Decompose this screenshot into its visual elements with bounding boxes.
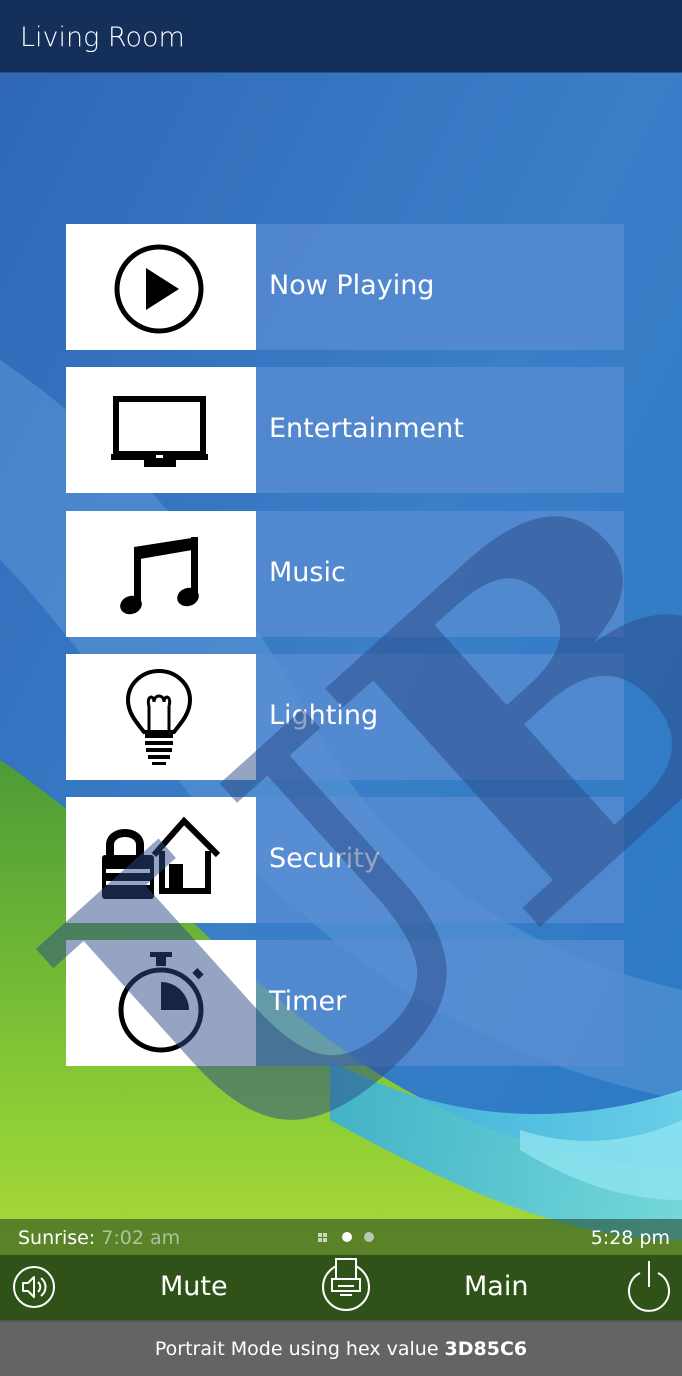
menu-item-label-box: Lighting (256, 654, 624, 780)
menu-icon[interactable] (320, 1257, 372, 1313)
menu-item-label-box: Entertainment (256, 367, 624, 493)
footer-caption-bar: Portrait Mode using hex value 3D85C6 (0, 1320, 682, 1376)
menu-item-icon-box (66, 654, 256, 780)
page-dot[interactable] (364, 1232, 374, 1242)
light-bulb-icon (125, 668, 193, 765)
tv-icon (111, 396, 208, 467)
screen: Living Room Now Playing Entertainment Mu… (0, 0, 682, 1376)
menu-item-security[interactable]: Security (66, 797, 624, 923)
menu-item-label: Music (269, 557, 346, 588)
menu-item-icon-box (66, 224, 256, 350)
menu-item-icon-box (66, 367, 256, 493)
power-icon[interactable] (624, 1259, 674, 1313)
menu-item-label: Timer (269, 986, 347, 1017)
menu-item-music[interactable]: Music (66, 511, 624, 637)
menu-item-icon-box (66, 511, 256, 637)
caption-text: Portrait Mode using hex value (154, 1338, 439, 1360)
footer-caption: Portrait Mode using hex value 3D85C6 (0, 1338, 682, 1360)
menu-item-label-box: Security (256, 797, 624, 923)
mute-button[interactable]: Mute (160, 1271, 228, 1302)
sunrise-info: Sunrise: 7:02 am (18, 1227, 180, 1249)
main-button[interactable]: Main (464, 1271, 528, 1302)
menu-item-entertainment[interactable]: Entertainment (66, 367, 624, 493)
menu-item-label: Security (269, 843, 380, 874)
stopwatch-icon (118, 952, 204, 1053)
volume-icon[interactable] (12, 1265, 56, 1309)
clock: 5:28 pm (590, 1227, 670, 1249)
menu-item-now-playing[interactable]: Now Playing (66, 224, 624, 350)
menu-item-label-box: Music (256, 511, 624, 637)
control-bar: Mute Main (0, 1255, 682, 1320)
title-bar: Living Room (0, 0, 682, 73)
menu-item-label: Lighting (269, 700, 379, 731)
menu-item-label-box: Now Playing (256, 224, 624, 350)
menu-item-label-box: Timer (256, 940, 624, 1066)
room-title: Living Room (20, 22, 185, 53)
sunrise-label: Sunrise: (18, 1227, 96, 1249)
grid-icon[interactable] (318, 1233, 327, 1242)
sunrise-time: 7:02 am (101, 1227, 181, 1249)
status-bar: Sunrise: 7:02 am 5:28 pm (0, 1219, 682, 1255)
hex-value: 3D85C6 (444, 1338, 528, 1360)
page-dot-active[interactable] (342, 1232, 352, 1242)
lock-house-icon (102, 816, 221, 899)
menu-item-icon-box (66, 797, 256, 923)
menu-item-timer[interactable]: Timer (66, 940, 624, 1066)
music-note-icon (120, 537, 199, 615)
menu-item-icon-box (66, 940, 256, 1066)
menu-item-label: Entertainment (269, 413, 464, 444)
menu-item-label: Now Playing (269, 270, 435, 301)
menu-item-lighting[interactable]: Lighting (66, 654, 624, 780)
play-icon (114, 244, 204, 334)
